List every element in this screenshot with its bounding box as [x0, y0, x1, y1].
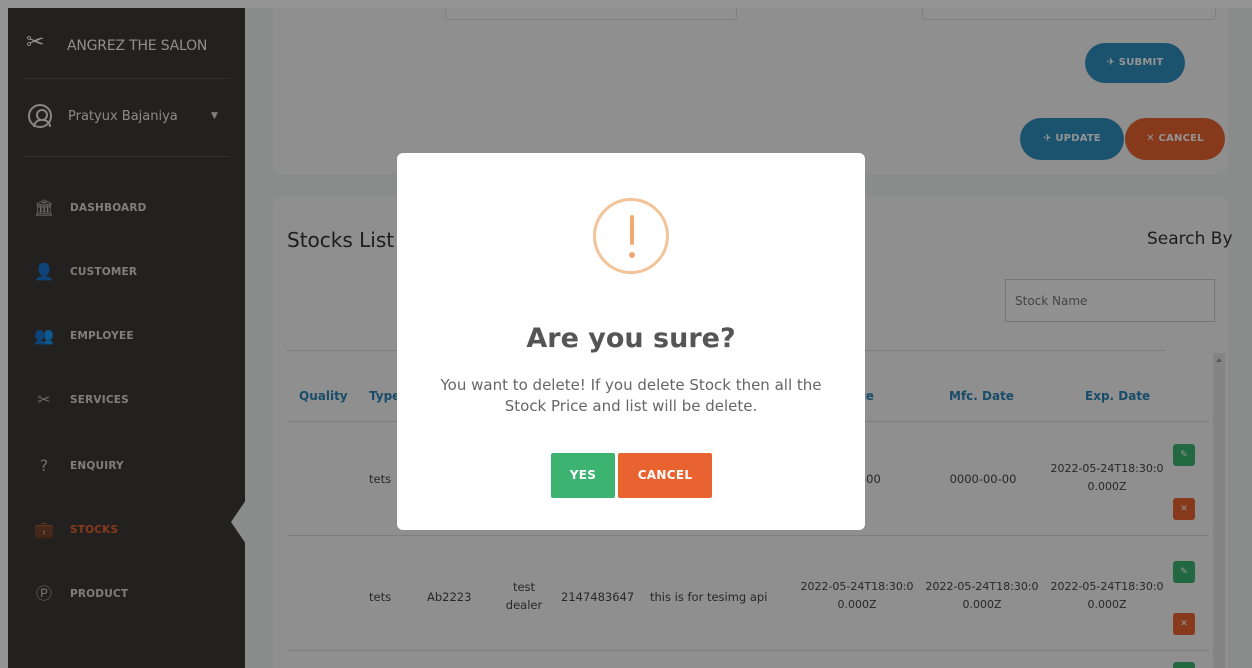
dialog-title: Are you sure? — [526, 323, 736, 354]
dialog-message: You want to delete! If you delete Stock … — [440, 376, 822, 415]
yes-button[interactable]: YES — [551, 453, 615, 498]
warning-icon — [593, 198, 669, 274]
confirm-delete-dialog: Are you sure? You want to delete! If you… — [397, 153, 865, 530]
dialog-cancel-button[interactable]: CANCEL — [618, 453, 712, 498]
